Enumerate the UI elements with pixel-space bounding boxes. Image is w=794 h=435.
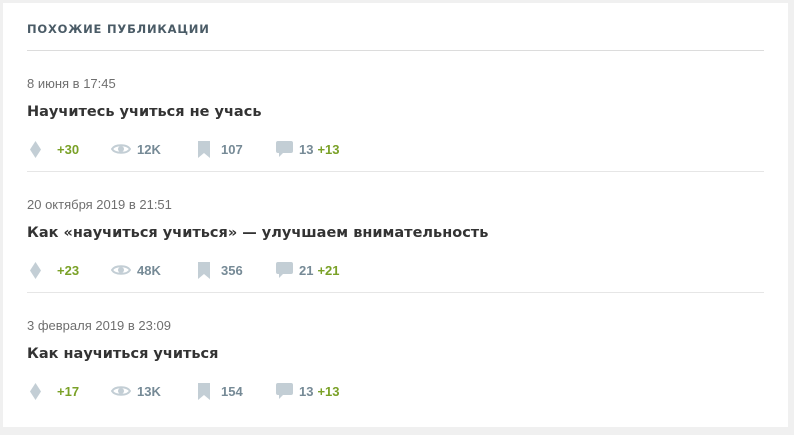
views-stat: 12K [111,139,197,159]
publication-list: 8 июня в 17:45 Научитесь учиться не учас… [27,51,764,414]
comments-stat[interactable]: 13 +13 [275,381,340,401]
views-count: 13K [137,383,161,399]
comment-icon [275,141,293,157]
similar-publications-card: ПОХОЖИЕ ПУБЛИКАЦИИ 8 июня в 17:45 Научит… [3,3,788,427]
publication-stats: +30 12K 107 13 +13 [27,139,340,159]
votes-stat: +30 [27,139,111,159]
votes-stat: +23 [27,260,111,280]
eye-icon [111,264,131,276]
comments-stat[interactable]: 13 +13 [275,139,340,159]
eye-icon [111,143,131,155]
views-stat: 48K [111,260,197,280]
bookmarks-stat[interactable]: 107 [197,139,275,159]
new-comments-count: +21 [317,262,340,278]
views-stat: 13K [111,381,197,401]
bookmarks-stat[interactable]: 356 [197,260,275,280]
bookmark-icon [197,140,211,158]
eye-icon [111,385,131,397]
bookmarks-stat[interactable]: 154 [197,381,275,401]
publication-item: 8 июня в 17:45 Научитесь учиться не учас… [27,51,764,172]
comment-icon [275,262,293,278]
views-count: 12K [137,141,161,157]
section-title: ПОХОЖИЕ ПУБЛИКАЦИИ [27,3,764,51]
bookmark-icon [197,261,211,279]
publication-date: 8 июня в 17:45 [27,76,116,91]
views-count: 48K [137,262,161,278]
publication-item: 20 октября 2019 в 21:51 Как «научиться у… [27,172,764,293]
comments-count: 13 [299,383,314,399]
publication-stats: +17 13K 154 13 +13 [27,381,340,401]
comment-icon [275,383,293,399]
new-comments-count: +13 [317,141,340,157]
bookmarks-count: 356 [221,262,243,278]
publication-title-link[interactable]: Научитесь учиться не учась [27,102,262,122]
votes-count: +30 [57,141,80,157]
new-comments-count: +13 [317,383,340,399]
votes-count: +17 [57,383,80,399]
rating-icon [29,140,41,158]
comments-stat[interactable]: 21 +21 [275,260,340,280]
bookmarks-count: 154 [221,383,243,399]
comments-count: 21 [299,262,314,278]
bookmark-icon [197,382,211,400]
votes-count: +23 [57,262,80,278]
publication-title-link[interactable]: Как «научиться учиться» — улучшаем внима… [27,223,488,243]
publication-stats: +23 48K 356 21 +21 [27,260,340,280]
publication-item: 3 февраля 2019 в 23:09 Как научиться учи… [27,293,764,414]
comments-count: 13 [299,141,314,157]
votes-stat: +17 [27,381,111,401]
bookmarks-count: 107 [221,141,243,157]
publication-date: 3 февраля 2019 в 23:09 [27,318,171,333]
publication-date: 20 октября 2019 в 21:51 [27,197,172,212]
rating-icon [29,261,41,279]
publication-title-link[interactable]: Как научиться учиться [27,344,218,364]
rating-icon [29,382,41,400]
